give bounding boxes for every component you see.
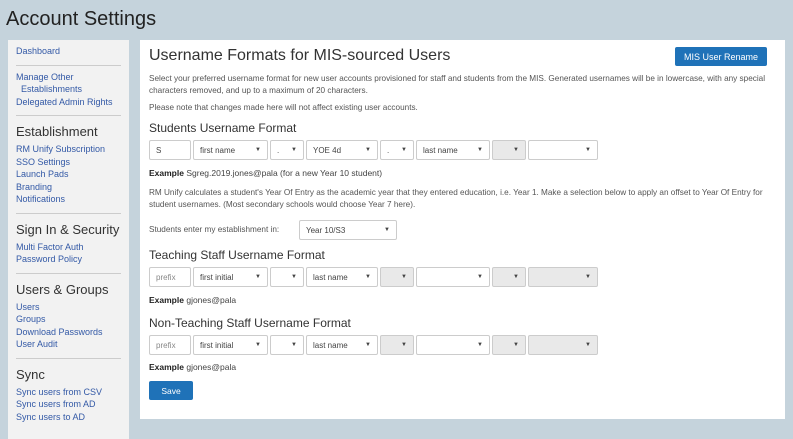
teaching-sep1-select[interactable]: ▼ — [270, 267, 304, 287]
nonteaching-format-row: prefix first initial ▼ ▼ last name ▼ ▼ ▼ ▼… — [149, 335, 598, 355]
sidebar-item-sync-from-ad[interactable]: Sync users from AD — [16, 398, 121, 411]
teaching-part4-select[interactable]: ▼ — [528, 267, 598, 287]
sidebar-item-dashboard[interactable]: Dashboard — [16, 45, 121, 58]
sidebar-item-sync-to-ad[interactable]: Sync users to AD — [16, 411, 121, 424]
chevron-down-icon: ▼ — [291, 147, 297, 153]
sidebar-item-establishments[interactable]: Establishments — [16, 83, 121, 96]
chevron-down-icon: ▼ — [291, 274, 297, 280]
students-part2-select[interactable]: YOE 4d ▼ — [306, 140, 378, 160]
sidebar-item-mfa[interactable]: Multi Factor Auth — [16, 241, 121, 254]
enter-year-label: Students enter my establishment in: — [149, 225, 280, 234]
sidebar-divider — [16, 64, 121, 66]
chevron-down-icon: ▼ — [401, 147, 407, 153]
nonteaching-part1-select[interactable]: first initial ▼ — [193, 335, 268, 355]
nonteaching-part3-select[interactable]: ▼ — [416, 335, 490, 355]
chevron-down-icon: ▼ — [255, 342, 261, 348]
page-title: Account Settings — [6, 8, 157, 30]
chevron-down-icon: ▼ — [513, 274, 519, 280]
sidebar-heading-sync: Sync — [16, 366, 45, 382]
students-prefix-input[interactable]: S — [149, 140, 191, 160]
chevron-down-icon: ▼ — [291, 342, 297, 348]
students-example: Example Sgreg.2019.jones@pala (for a new… — [149, 168, 383, 178]
chevron-down-icon: ▼ — [585, 342, 591, 348]
save-button[interactable]: Save — [149, 381, 193, 400]
enter-year-select[interactable]: Year 10/S3 ▼ — [299, 220, 397, 240]
main-panel: Username Formats for MIS-sourced Users M… — [140, 40, 785, 419]
students-format-title: Students Username Format — [149, 121, 297, 135]
teaching-part3-select[interactable]: ▼ — [416, 267, 490, 287]
sidebar-item-users[interactable]: Users — [16, 301, 121, 314]
nonteaching-format-title: Non-Teaching Staff Username Format — [149, 316, 351, 330]
mis-user-rename-button[interactable]: MIS User Rename — [674, 47, 767, 66]
sidebar-item-subscription[interactable]: RM Unify Subscription — [16, 143, 121, 156]
sidebar-item-notifications[interactable]: Notifications — [16, 193, 121, 206]
chevron-down-icon: ▼ — [477, 342, 483, 348]
sidebar-item-groups[interactable]: Groups — [16, 313, 121, 326]
chevron-down-icon: ▼ — [477, 147, 483, 153]
teaching-format-row: prefix first initial ▼ ▼ last name ▼ ▼ ▼ ▼… — [149, 267, 598, 287]
chevron-down-icon: ▼ — [255, 147, 261, 153]
chevron-down-icon: ▼ — [401, 342, 407, 348]
nonteaching-prefix-input[interactable]: prefix — [149, 335, 191, 355]
students-sep2-select[interactable]: . ▼ — [380, 140, 414, 160]
chevron-down-icon: ▼ — [477, 274, 483, 280]
note-text: Please note that changes made here will … — [149, 103, 418, 112]
sidebar-item-delegated-admin[interactable]: Delegated Admin Rights — [16, 96, 121, 109]
nonteaching-sep1-select[interactable]: ▼ — [270, 335, 304, 355]
teaching-sep3-select[interactable]: ▼ — [492, 267, 526, 287]
teaching-sep2-select[interactable]: ▼ — [380, 267, 414, 287]
chevron-down-icon: ▼ — [384, 227, 390, 233]
sidebar-divider — [16, 272, 121, 274]
students-part4-select[interactable]: ▼ — [528, 140, 598, 160]
chevron-down-icon: ▼ — [365, 147, 371, 153]
teaching-prefix-input[interactable]: prefix — [149, 267, 191, 287]
sidebar-item-branding[interactable]: Branding — [16, 181, 121, 194]
sidebar-divider — [16, 357, 121, 359]
sidebar-item-password-policy[interactable]: Password Policy — [16, 253, 121, 266]
nonteaching-part2-select[interactable]: last name ▼ — [306, 335, 378, 355]
section-title: Username Formats for MIS-sourced Users — [149, 47, 451, 64]
sidebar-item-manage-other[interactable]: Manage Other — [16, 71, 121, 84]
sidebar-heading-users-groups: Users & Groups — [16, 281, 109, 297]
chevron-down-icon: ▼ — [513, 342, 519, 348]
sidebar-item-sync-csv[interactable]: Sync users from CSV — [16, 386, 121, 399]
intro-text: Select your preferred username format fo… — [149, 74, 766, 95]
chevron-down-icon: ▼ — [585, 147, 591, 153]
students-sep1-select[interactable]: . ▼ — [270, 140, 304, 160]
chevron-down-icon: ▼ — [401, 274, 407, 280]
students-format-row: S first name ▼ . ▼ YOE 4d ▼ . ▼ last name ▼ ▼… — [149, 140, 598, 160]
sidebar-heading-establishment: Establishment — [16, 124, 98, 139]
sidebar-item-sso[interactable]: SSO Settings — [16, 156, 121, 169]
sidebar-heading-security: Sign In & Security — [16, 221, 120, 237]
sidebar: Dashboard Manage Other Establishments De… — [8, 40, 129, 439]
sidebar-item-download-passwords[interactable]: Download Passwords — [16, 326, 121, 339]
nonteaching-sep2-select[interactable]: ▼ — [380, 335, 414, 355]
yoe-explanation: RM Unify calculates a student's Year Of … — [149, 188, 763, 209]
nonteaching-sep3-select[interactable]: ▼ — [492, 335, 526, 355]
chevron-down-icon: ▼ — [585, 274, 591, 280]
chevron-down-icon: ▼ — [365, 274, 371, 280]
students-part3-select[interactable]: last name ▼ — [416, 140, 490, 160]
sidebar-divider — [16, 115, 121, 116]
teaching-format-title: Teaching Staff Username Format — [149, 248, 325, 262]
nonteaching-part4-select[interactable]: ▼ — [528, 335, 598, 355]
students-sep3-select[interactable]: ▼ — [492, 140, 526, 160]
teaching-part1-select[interactable]: first initial ▼ — [193, 267, 268, 287]
students-part1-select[interactable]: first name ▼ — [193, 140, 268, 160]
chevron-down-icon: ▼ — [365, 342, 371, 348]
chevron-down-icon: ▼ — [255, 274, 261, 280]
chevron-down-icon: ▼ — [513, 147, 519, 153]
sidebar-item-user-audit[interactable]: User Audit — [16, 338, 121, 351]
sidebar-item-launch-pads[interactable]: Launch Pads — [16, 168, 121, 181]
sidebar-divider — [16, 212, 121, 214]
teaching-part2-select[interactable]: last name ▼ — [306, 267, 378, 287]
nonteaching-example: Example gjones@pala — [149, 362, 237, 372]
teaching-example: Example gjones@pala — [149, 295, 237, 305]
